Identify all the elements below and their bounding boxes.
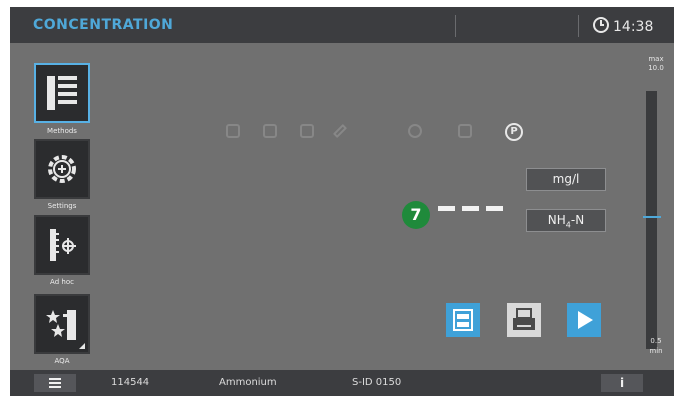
citation-form-tail: -N — [570, 213, 585, 227]
menu-icon — [49, 386, 61, 388]
globe-icon — [408, 124, 422, 138]
result-dash — [462, 206, 479, 211]
clipboard-icon — [263, 124, 277, 138]
database-icon — [300, 124, 314, 138]
start-measurement-button[interactable] — [567, 303, 601, 337]
calendar-icon — [458, 124, 472, 138]
list-view-icon — [453, 309, 473, 331]
header-divider — [578, 15, 579, 37]
memory-icon — [226, 124, 240, 138]
sidebar-item-ad-hoc[interactable] — [34, 215, 90, 275]
scale-max-label: max — [648, 55, 664, 63]
sample-id: S-ID 0150 — [352, 377, 402, 388]
sidebar-item-label: Settings — [47, 202, 77, 210]
sidebar-item-settings[interactable] — [34, 139, 90, 199]
menu-icon — [49, 382, 61, 384]
citation-form-button[interactable]: NH4-N — [526, 209, 606, 232]
scale-bar — [646, 91, 657, 349]
result-dash — [438, 206, 455, 211]
method-number: 114544 — [111, 377, 150, 388]
play-icon — [578, 311, 593, 329]
edit-icon — [332, 123, 348, 139]
page-title: CONCENTRATION — [33, 17, 174, 33]
unit-button[interactable]: mg/l — [526, 168, 606, 191]
clock-icon — [593, 17, 609, 33]
sidebar-item-methods[interactable] — [34, 63, 90, 123]
sidebar-item-aqa[interactable] — [34, 294, 90, 354]
scale-min-value: 0.5 — [650, 337, 662, 345]
menu-button[interactable] — [34, 374, 76, 392]
header-bar: CONCENTRATION 14:38 — [10, 7, 674, 43]
sidebar-item-label: Ad hoc — [50, 278, 74, 286]
header-divider — [455, 15, 456, 37]
scale-marker — [643, 216, 661, 218]
device-screen: CONCENTRATION 14:38 Methods Settings Ad … — [10, 7, 674, 396]
corner-indicator — [79, 343, 85, 349]
step-badge: 7 — [402, 201, 430, 229]
stars-icon — [46, 310, 76, 340]
p-circle-icon[interactable]: P — [505, 123, 523, 141]
print-icon — [513, 308, 535, 330]
clock: 14:38 — [593, 17, 653, 35]
ruler-measure-icon — [50, 229, 76, 261]
list-view-button[interactable] — [446, 303, 480, 337]
clock-time: 14:38 — [613, 19, 654, 35]
sidebar-item-label: Methods — [47, 127, 77, 135]
menu-icon — [49, 378, 61, 380]
citation-form-main: NH — [547, 213, 566, 227]
methods-list-icon — [47, 76, 77, 110]
print-button[interactable] — [507, 303, 541, 337]
gear-icon — [48, 155, 76, 183]
footer-bar: 114544 Ammonium S-ID 0150 i — [10, 370, 674, 396]
scale-max-value: 10.0 — [648, 64, 664, 72]
method-name: Ammonium — [219, 377, 277, 388]
info-button[interactable]: i — [601, 374, 643, 392]
result-dash — [486, 206, 503, 211]
sidebar-item-label: AQA — [54, 357, 70, 365]
scale-min-label: min — [649, 347, 663, 355]
